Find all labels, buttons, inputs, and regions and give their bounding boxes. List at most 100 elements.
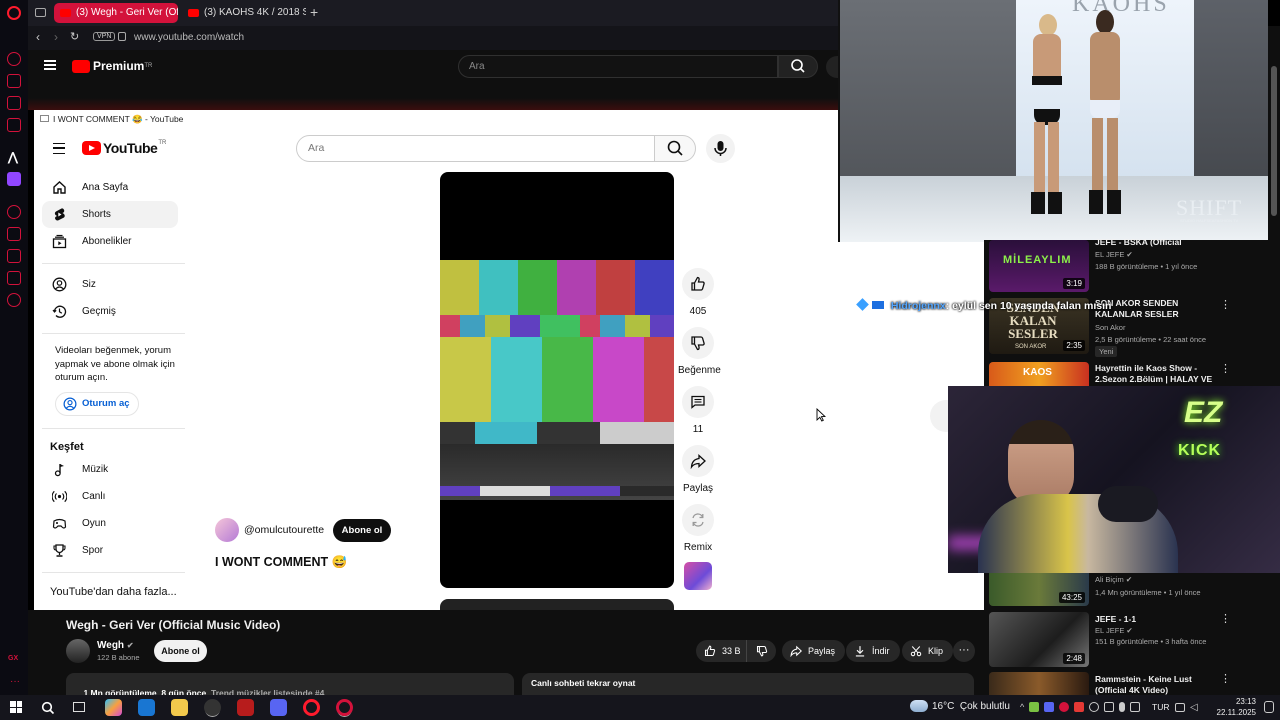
gx-icon[interactable]: GX	[8, 655, 18, 662]
opera-logo-icon[interactable]	[7, 6, 21, 20]
channel-name[interactable]: Wegh ✔	[97, 640, 134, 651]
more-options-icon[interactable]: ⋮	[1220, 672, 1231, 685]
microphone-icon[interactable]	[1119, 702, 1126, 712]
discord-icon[interactable]	[270, 699, 287, 716]
dislike-button[interactable]: Beğenme	[678, 327, 721, 376]
back-icon[interactable]: ‹	[36, 30, 40, 44]
youtube-logo[interactable]: YouTube TR	[82, 140, 166, 156]
youtube-premium-logo[interactable]: Premium TR	[72, 59, 152, 73]
weather-icon[interactable]	[910, 700, 928, 712]
settings-icon[interactable]	[7, 293, 21, 307]
obs-icon[interactable]	[204, 699, 221, 716]
dislike-button[interactable]	[746, 640, 776, 662]
more-icon[interactable]: ···	[10, 676, 20, 687]
comments-button[interactable]: 11	[678, 386, 718, 435]
subscribe-button[interactable]: Abone ol	[154, 640, 207, 662]
recommendation-item[interactable]: Rammstein - Keine Lust (Official 4K Vide…	[984, 672, 1268, 695]
channel-avatar[interactable]	[215, 518, 239, 542]
bg-search-button[interactable]	[778, 55, 818, 78]
remix-button[interactable]: Remix	[678, 504, 718, 553]
nav-shorts[interactable]: Shorts	[42, 201, 178, 228]
vpn-badge[interactable]: VPN	[93, 32, 116, 41]
copilot-icon[interactable]	[105, 699, 122, 716]
twitch-icon[interactable]	[7, 172, 21, 186]
nav-history[interactable]: Geçmiş	[42, 298, 178, 325]
hamburger-menu-button[interactable]	[53, 143, 65, 154]
share-button[interactable]: Paylaş	[678, 445, 718, 494]
opera-icon[interactable]	[303, 699, 320, 716]
opera-gx-icon[interactable]	[336, 699, 353, 716]
description-box[interactable]: 1 Mn görüntüleme 8 gün önce Trend müzikl…	[66, 673, 514, 698]
like-button[interactable]: 33 B	[696, 640, 749, 662]
file-explorer-icon[interactable]	[171, 699, 188, 716]
replay-chat-bar[interactable]: Canlı sohbeti tekrar oynat	[522, 673, 974, 695]
tray-app-icon[interactable]	[1130, 702, 1141, 712]
menu-icon[interactable]	[44, 60, 56, 70]
shorts-video-player[interactable]	[440, 172, 674, 588]
downloads-icon[interactable]	[7, 249, 21, 263]
clip-button[interactable]: Klip	[902, 640, 954, 662]
channel-avatar[interactable]	[66, 639, 90, 663]
url-field[interactable]: www.youtube.com/watch	[134, 32, 244, 43]
new-tab-button[interactable]: +	[310, 4, 318, 20]
vpn-icon[interactable]: ⋀	[8, 150, 18, 164]
tab-kaohs[interactable]: (3) KAOHS 4K / 2018 Swi	[182, 3, 306, 23]
tray-app-icon[interactable]	[1074, 702, 1085, 712]
tray-app-icon[interactable]	[1089, 702, 1100, 712]
aria-icon[interactable]	[7, 96, 21, 110]
tray-icons[interactable]: ^	[1020, 702, 1148, 713]
clock[interactable]: 23:13 22.11.2025	[1196, 696, 1256, 718]
bookmark-icon[interactable]	[7, 227, 21, 241]
more-options-icon[interactable]: ⋮	[1220, 362, 1231, 375]
recommendation-item[interactable]: 2:48 JEFE - 1-1 EL JEFE ✔ 151 B görüntül…	[984, 612, 1268, 668]
download-button[interactable]: İndir	[846, 640, 900, 662]
nav-gaming[interactable]: Oyun	[42, 510, 178, 537]
signin-button[interactable]: Oturum aç	[55, 392, 139, 416]
history-icon[interactable]	[7, 205, 21, 219]
tray-app-icon[interactable]	[1059, 702, 1070, 712]
sound-thumbnail[interactable]	[684, 562, 712, 590]
recommendation-item[interactable]: MİLEAYLIM 3:19 JEFE - BSKA (Official Vis…	[984, 237, 1268, 292]
nav-live[interactable]: Canlı	[42, 483, 178, 510]
more-actions-button[interactable]: ···	[953, 640, 975, 662]
subscribe-button[interactable]: Abone ol	[333, 519, 391, 542]
channel-handle[interactable]: @omulcutourette	[244, 524, 324, 536]
nav-sports[interactable]: Spor	[42, 537, 178, 564]
tab-wegh[interactable]: (3) Wegh - Geri Ver (Offic	[54, 3, 178, 23]
language-indicator[interactable]: TUR	[1152, 702, 1169, 712]
pip-runway-video[interactable]: KAOHS SHIFT STUDIO HALFSEAFASHION TV	[838, 0, 1268, 242]
bag-icon[interactable]	[7, 74, 21, 88]
nav-home[interactable]: Ana Sayfa	[42, 174, 178, 201]
broadcast-app-icon[interactable]	[237, 699, 254, 716]
nav-music[interactable]: Müzik	[42, 456, 178, 483]
nav-you[interactable]: Siz	[42, 271, 178, 298]
share-button[interactable]: Paylaş	[782, 640, 846, 662]
like-button[interactable]: 405	[678, 268, 718, 317]
tray-app-icon[interactable]	[1029, 702, 1040, 712]
reload-icon[interactable]: ↻	[70, 30, 79, 43]
voice-search-button[interactable]	[706, 134, 735, 163]
network-icon[interactable]	[1175, 703, 1185, 712]
tray-app-icon[interactable]	[1104, 702, 1115, 712]
recommendation-item[interactable]: 43:25 Ali Biçim ✔ 1,4 Mn görüntüleme • 1…	[984, 573, 1268, 607]
extensions-icon[interactable]	[7, 271, 21, 285]
nav-subscriptions[interactable]: Abonelikler	[42, 228, 178, 255]
start-icon[interactable]	[10, 701, 22, 713]
notification-icon[interactable]	[1264, 701, 1274, 713]
mail-icon[interactable]	[138, 699, 155, 716]
workspaces-icon[interactable]	[35, 8, 46, 17]
more-options-icon[interactable]: ⋮	[1220, 298, 1231, 311]
search-icon[interactable]	[41, 701, 55, 715]
weather-label[interactable]: 16°C Çok bulutlu	[932, 701, 1010, 712]
more-options-icon[interactable]: ⋮	[1220, 612, 1231, 625]
bg-search-input[interactable]: Ara	[458, 55, 778, 78]
tray-app-icon[interactable]	[1044, 702, 1055, 712]
messenger-icon[interactable]	[7, 118, 21, 132]
search-button[interactable]	[654, 135, 696, 162]
speed-dial-icon[interactable]	[7, 52, 21, 66]
task-view-icon[interactable]	[73, 702, 85, 712]
show-hidden-icon[interactable]: ^	[1020, 702, 1024, 713]
recommendation-item[interactable]: KAOS Hayrettin ile Kaos Show - 2.Sezon 2…	[984, 362, 1268, 395]
forward-icon[interactable]: ›	[54, 30, 58, 44]
search-input[interactable]: Ara	[296, 135, 655, 162]
